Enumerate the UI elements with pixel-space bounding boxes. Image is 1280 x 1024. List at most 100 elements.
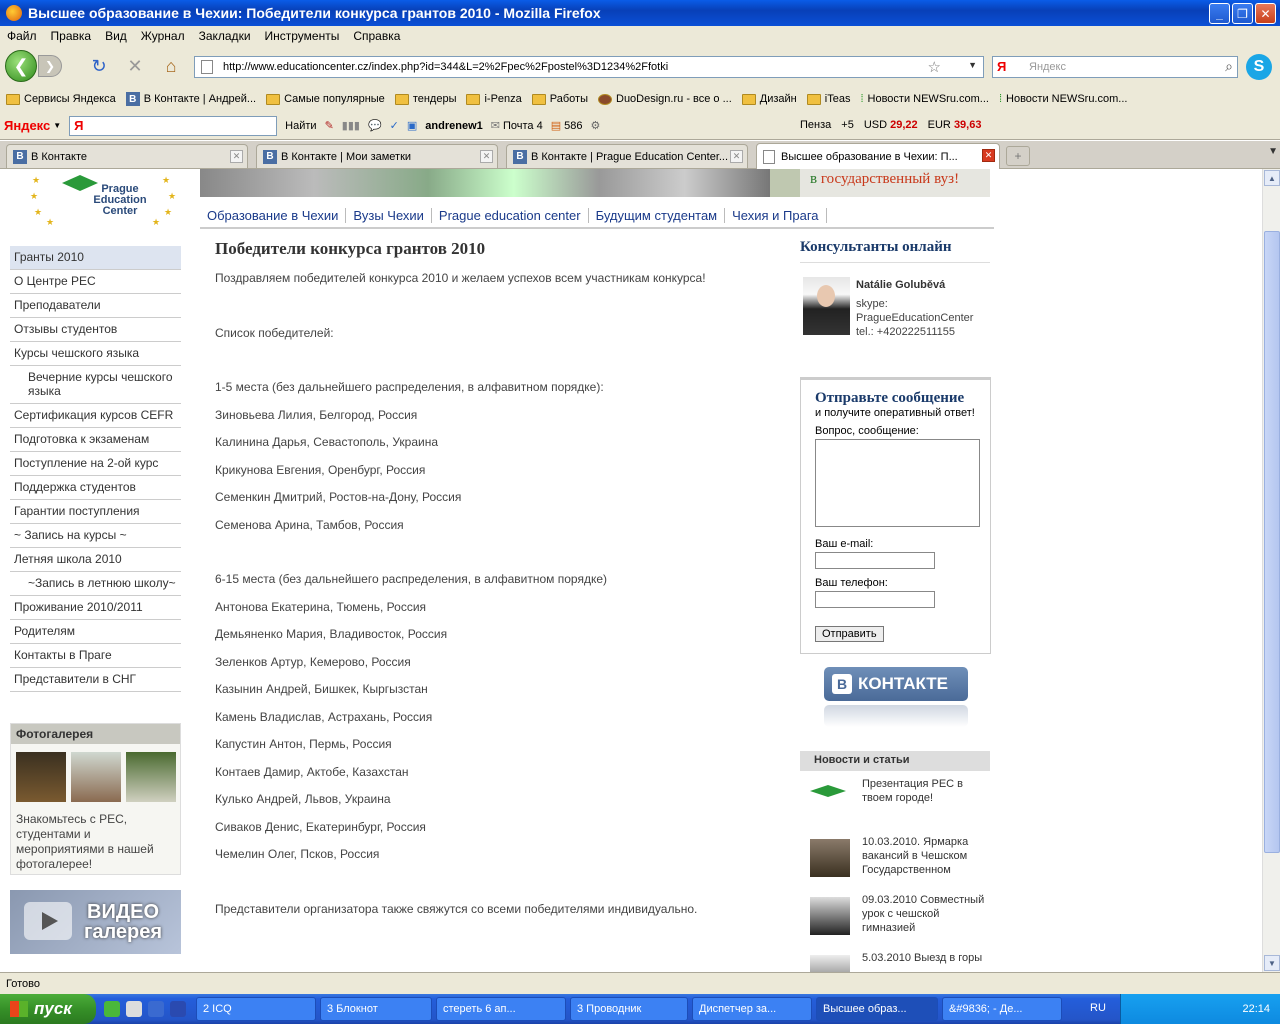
topnav-future-students[interactable]: Будущим студентам [589,207,726,223]
bookmark-item[interactable]: Сервисы Яндекса [6,93,116,105]
sidebar-item[interactable]: Летняя школа 2010 [10,548,181,572]
news-text[interactable]: 10.03.2010. Ярмарка вакансий в Чешском Г… [862,835,990,877]
news-item[interactable]: 10.03.2010. Ярмарка вакансий в Чешском Г… [800,835,990,887]
sidebar-item[interactable]: Сертификация курсов CEFR [10,404,181,428]
bookmark-item[interactable]: Дизайн [741,93,797,105]
phone-field[interactable] [815,591,935,608]
gear-icon[interactable]: ⚙ [590,119,600,132]
chat-icon[interactable]: 💬 [368,119,382,132]
gallery-title[interactable]: Фотогалерея [11,724,180,744]
news-item[interactable]: 5.03.2010 Выезд в горы [800,951,990,972]
money-count[interactable]: 586 [564,120,582,132]
gallery-photo[interactable] [126,752,176,802]
weather-temp[interactable]: +5 [841,119,854,131]
gallery-photo[interactable] [71,752,121,802]
question-textarea[interactable] [815,439,980,527]
tab-list-icon[interactable]: ▼ [1268,146,1278,157]
bookmark-item[interactable]: i-Penza [466,93,522,105]
yandex-search-input[interactable]: Я [69,115,278,136]
bookmark-item[interactable]: BВ Контакте | Андрей... [125,92,256,106]
tab-vkontakte[interactable]: B В Контакте ✕ [6,144,248,168]
sidebar-item[interactable]: Вечерние курсы чешского языка [10,366,181,404]
sidebar-item[interactable]: Подготовка к экзаменам [10,428,181,452]
topnav-education[interactable]: Образование в Чехии [200,207,347,223]
forward-button[interactable]: ❯ [38,55,62,77]
menu-help[interactable]: Справка [346,29,407,43]
menu-edit[interactable]: Правка [44,29,99,43]
sidebar-item[interactable]: Отзывы студентов [10,318,181,342]
tab-close-icon[interactable]: ✕ [982,149,995,162]
bookmark-item[interactable]: тендеры [394,93,456,105]
taskbar-notepad[interactable]: 3 Блокнот [320,997,432,1021]
tab-close-icon[interactable]: ✕ [230,150,243,163]
sidebar-item[interactable]: О Центре PEC [10,270,181,294]
bookmark-item[interactable]: DuoDesign.ru - все о ... [598,93,732,105]
scroll-up-icon[interactable]: ▲ [1264,170,1280,186]
sidebar-item[interactable]: Курсы чешского языка [10,342,181,366]
menu-history[interactable]: Журнал [134,29,192,43]
stop-icon[interactable]: ✕ [124,56,146,76]
find-button[interactable]: Найти [285,120,316,132]
bookmark-star-icon[interactable]: ☆ [928,58,941,76]
sidebar-item[interactable]: Проживание 2010/2011 [10,596,181,620]
sidebar-item[interactable]: Контакты в Праге [10,644,181,668]
taskbar-icq[interactable]: 2 ICQ [196,997,316,1021]
yandex-user[interactable]: andrenew1 [425,120,482,132]
email-field[interactable] [815,552,935,569]
yandex-search-logo[interactable]: Я [997,59,1006,74]
vkontakte-button[interactable]: B КОНТАКТЕ [824,667,968,701]
sidebar-item[interactable]: Представители в СНГ [10,668,181,692]
search-input[interactable]: Я Яндекс ⌕ [992,56,1238,78]
bookmark-pin-icon[interactable]: ✎ [325,119,334,132]
tab-close-icon[interactable]: ✕ [480,150,493,163]
sidebar-item[interactable]: Гранты 2010 [10,246,181,270]
search-icon[interactable]: ⌕ [1225,58,1233,75]
reload-icon[interactable]: ↻ [88,56,110,76]
translate-icon[interactable]: ▣ [407,119,417,132]
close-button[interactable]: ✕ [1255,3,1276,24]
sidebar-item[interactable]: Поддержка студентов [10,476,181,500]
send-button[interactable]: Отправить [815,626,884,642]
new-tab-button[interactable]: + [1006,146,1030,166]
tab-vkontakte-pec[interactable]: B В Контакте | Prague Education Center...… [506,144,748,168]
tab-close-icon[interactable]: ✕ [730,150,743,163]
bookmark-item[interactable]: Работы [531,93,588,105]
skype-icon[interactable]: S [1246,54,1272,80]
url-bar[interactable]: http://www.educationcenter.cz/index.php?… [194,56,984,78]
news-text[interactable]: 09.03.2010 Совместный урок с чешской гим… [862,893,990,935]
menu-view[interactable]: Вид [98,29,134,43]
bookmark-item[interactable]: ⁞ Новости NEWSru.com... [860,93,989,105]
tab-vkontakte-notes[interactable]: B В Контакте | Мои заметки ✕ [256,144,498,168]
rating-icon[interactable]: ▮▮▮ [342,119,360,132]
tab-active-page[interactable]: Высшее образование в Чехии: П... ✕ [756,143,1000,169]
sidebar-item[interactable]: Гарантии поступления [10,500,181,524]
taskbar-task-manager[interactable]: Диспетчер за... [692,997,812,1021]
topnav-pec[interactable]: Prague education center [432,207,589,223]
taskbar-explorer[interactable]: 3 Проводник [570,997,688,1021]
language-indicator[interactable]: RU [1090,1002,1106,1014]
start-button[interactable]: пуск [0,994,96,1024]
bookmark-item[interactable]: Самые популярные [266,93,385,105]
news-text[interactable]: 5.03.2010 Выезд в горы [862,951,990,965]
skype-name[interactable]: PragueEducationCenter [856,311,973,325]
money-icon[interactable]: ▤ [551,119,561,132]
sidebar-item[interactable]: Поступление на 2-ой курс [10,452,181,476]
topnav-czech-prague[interactable]: Чехия и Прага [725,207,827,223]
taskbar-firefox[interactable]: Высшее образ... [816,997,938,1021]
back-button[interactable]: ❮ [5,50,37,82]
scroll-down-icon[interactable]: ▼ [1264,955,1280,971]
topnav-universities[interactable]: Вузы Чехии [346,207,432,223]
gallery-photo[interactable] [16,752,66,802]
url-dropdown-icon[interactable]: ▼ [968,60,977,70]
news-text[interactable]: Презентация PEC в твоем городе! [862,777,990,805]
menu-file[interactable]: Файл [0,29,44,43]
taskbar-player[interactable]: &#9836; - Де... [942,997,1062,1021]
usd-rate[interactable]: USD 29,22 [864,119,918,131]
video-gallery-banner[interactable]: ВИДЕО галерея [10,890,181,954]
bookmark-item[interactable]: iTeas [806,93,850,105]
bookmark-item[interactable]: ⁞ Новости NEWSru.com... [999,93,1128,105]
news-item[interactable]: 09.03.2010 Совместный урок с чешской гим… [800,893,990,945]
scrollbar-thumb[interactable] [1264,231,1280,853]
mail-count[interactable]: Почта 4 [503,120,543,132]
gallery-text[interactable]: Знакомьтесь с PEC, студентами и мероприя… [16,812,176,872]
